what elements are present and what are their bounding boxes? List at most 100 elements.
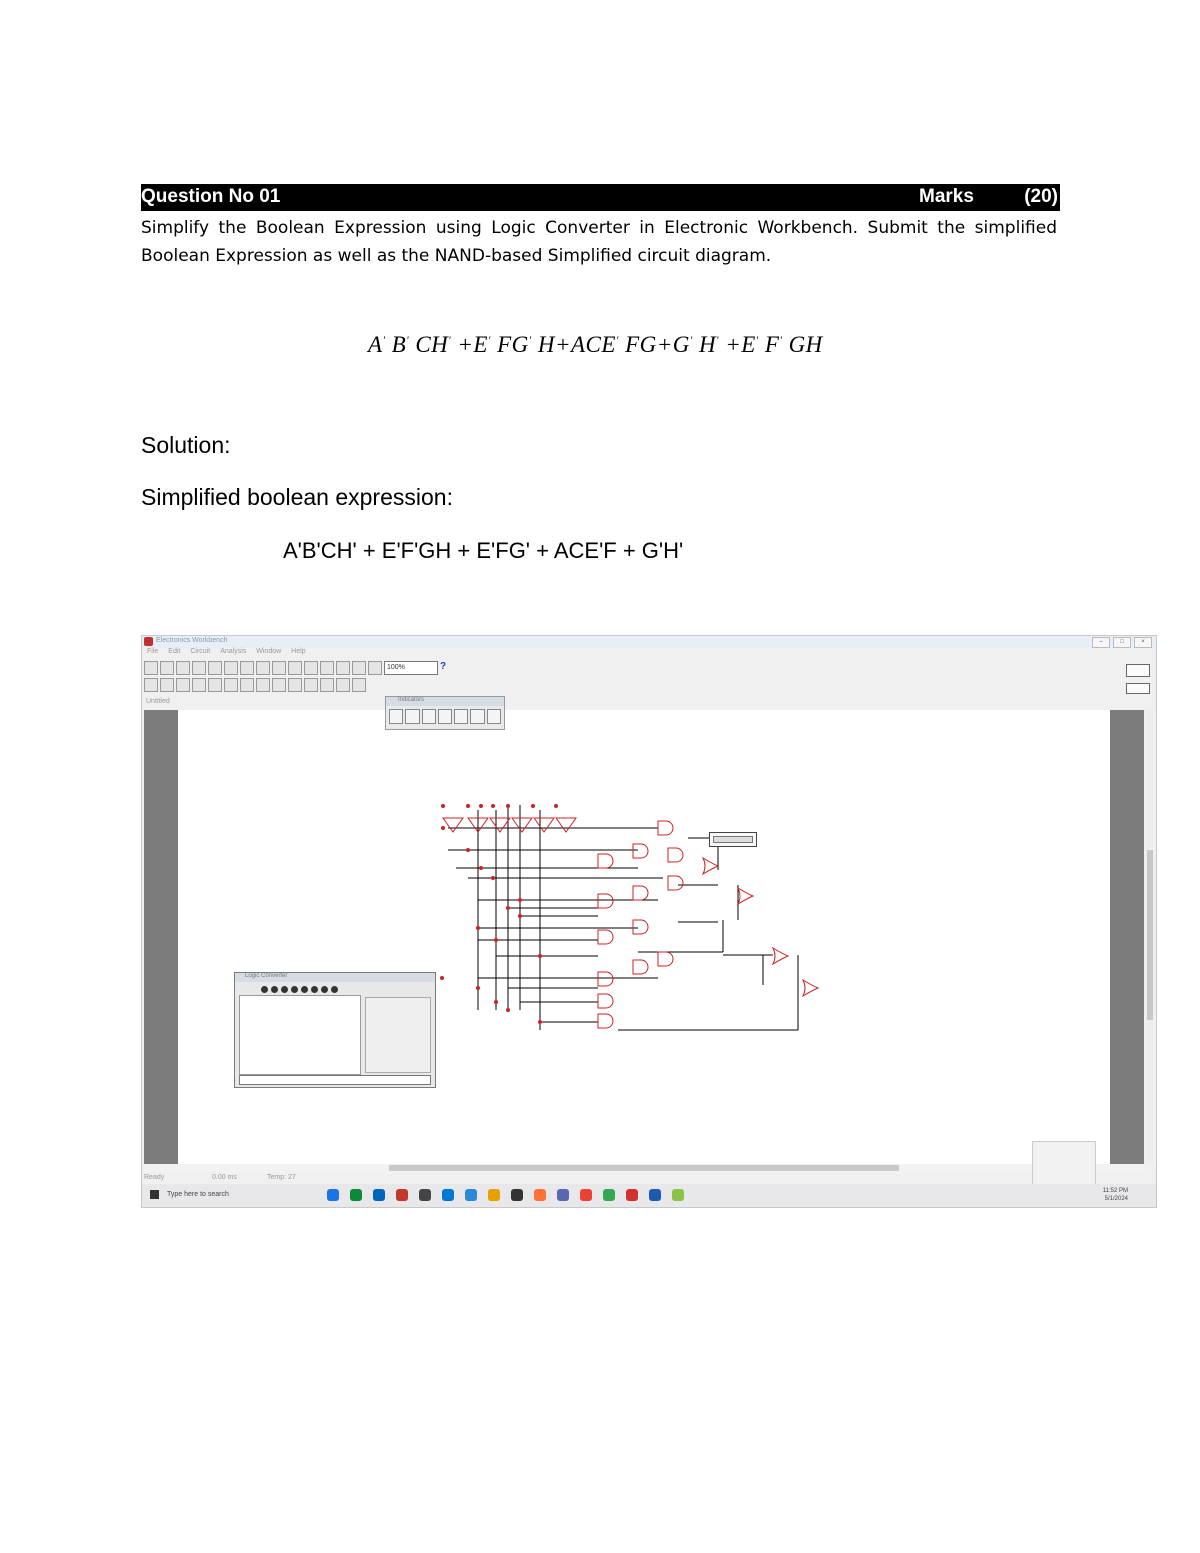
save-icon[interactable] <box>176 661 190 675</box>
copy-icon[interactable] <box>224 661 238 675</box>
voltmeter-icon[interactable] <box>389 709 404 724</box>
taskbar-app-icon[interactable] <box>511 1189 523 1201</box>
converter-input-terminals[interactable] <box>261 986 338 993</box>
help-icon[interactable]: ? <box>440 661 446 675</box>
vertical-scrollbar[interactable] <box>1146 710 1154 1164</box>
status-time: 0.00 ms <box>212 1174 237 1181</box>
controls-icon[interactable] <box>320 678 334 692</box>
taskbar-app-icon[interactable] <box>580 1189 592 1201</box>
right-margin <box>1110 710 1144 1164</box>
ammeter-icon[interactable] <box>405 709 420 724</box>
status-ready: Ready <box>144 1174 165 1181</box>
taskbar-clock[interactable]: 11:52 PM 5/1/2024 <box>1103 1187 1128 1203</box>
circuit-canvas[interactable]: Logic Converter <box>178 710 1110 1164</box>
digital-ics-icon[interactable] <box>256 678 270 692</box>
bulb-icon[interactable] <box>421 709 436 724</box>
truth-table[interactable] <box>239 995 361 1075</box>
document-tab[interactable]: Untitled <box>146 698 170 705</box>
taskbar-app-icon[interactable] <box>396 1189 408 1201</box>
activate-switch-icon[interactable] <box>1126 664 1150 677</box>
indicators-panel-title: Indicators <box>386 697 504 706</box>
simplified-answer: A'B'CH' + E'F'GH + E'FG' + ACE'F + G'H' <box>283 538 684 563</box>
expression-field[interactable] <box>239 1075 431 1085</box>
taskbar-app-icon[interactable] <box>350 1189 362 1201</box>
zoom-in-icon[interactable] <box>368 661 382 675</box>
diodes-icon[interactable] <box>192 678 206 692</box>
graph-icon[interactable] <box>320 661 334 675</box>
logic-converter-window[interactable]: Logic Converter <box>234 972 436 1088</box>
subcircuit-icon[interactable] <box>304 661 318 675</box>
window-controls: – □ × <box>1092 637 1152 648</box>
print-icon[interactable] <box>192 661 206 675</box>
taskbar-search[interactable]: Type here to search <box>167 1191 229 1198</box>
new-icon[interactable] <box>144 661 158 675</box>
menu-analysis[interactable]: Analysis <box>220 648 246 659</box>
menu-bar: File Edit Circuit Analysis Window Help <box>142 648 1156 659</box>
marks-label: Marks <box>919 186 974 207</box>
horizontal-scrollbar[interactable] <box>144 1164 1144 1172</box>
solution-heading: Solution: <box>141 432 231 458</box>
probe-icon[interactable] <box>437 709 453 724</box>
decoded-display-icon[interactable] <box>470 709 485 724</box>
menu-file[interactable]: File <box>147 648 158 659</box>
taskbar-app-icon[interactable] <box>419 1189 431 1201</box>
flip-vertical-icon[interactable] <box>288 661 302 675</box>
taskbar-app-icon[interactable] <box>488 1189 500 1201</box>
cut-icon[interactable] <box>208 661 222 675</box>
basic-icon[interactable] <box>176 678 190 692</box>
menu-edit[interactable]: Edit <box>168 648 180 659</box>
logic-converter-title: Logic Converter <box>235 973 435 982</box>
left-margin <box>144 710 178 1164</box>
menu-window[interactable]: Window <box>256 648 281 659</box>
status-bar: Ready 0.00 ms Temp: 27 <box>142 1174 1156 1183</box>
taskbar-app-icon[interactable] <box>557 1189 569 1201</box>
mixed-ics-icon[interactable] <box>240 678 254 692</box>
taskbar-app-icon[interactable] <box>442 1189 454 1201</box>
taskbar-app-icon[interactable] <box>327 1189 339 1201</box>
taskbar-apps <box>327 1189 684 1201</box>
word-generator[interactable] <box>709 832 757 847</box>
taskbar-app-icon[interactable] <box>465 1189 477 1201</box>
digital-icon[interactable] <box>288 678 302 692</box>
rotate-icon[interactable] <box>256 661 270 675</box>
status-temp: Temp: 27 <box>267 1174 296 1181</box>
analog-ics-icon[interactable] <box>224 678 238 692</box>
menu-help[interactable]: Help <box>291 648 305 659</box>
conversions-panel[interactable] <box>365 997 431 1073</box>
paste-icon[interactable] <box>240 661 254 675</box>
windows-start-icon[interactable] <box>150 1190 159 1199</box>
clock-date: 5/1/2024 <box>1104 1196 1128 1202</box>
taskbar-app-icon[interactable] <box>373 1189 385 1201</box>
taskbar-app-icon[interactable] <box>603 1189 615 1201</box>
close-icon[interactable]: × <box>1134 637 1152 648</box>
question-title: Question No 01 <box>141 186 281 207</box>
clock-time: 11:52 PM <box>1102 1188 1128 1194</box>
open-icon[interactable] <box>160 661 174 675</box>
taskbar-app-icon[interactable] <box>672 1189 684 1201</box>
taskbar-app-icon[interactable] <box>626 1189 638 1201</box>
flip-horizontal-icon[interactable] <box>272 661 286 675</box>
taskbar-app-icon[interactable] <box>534 1189 546 1201</box>
taskbar-app-icon[interactable] <box>649 1189 661 1201</box>
windows-taskbar: Type here to search 11:52 PM 5/1/2024 <box>142 1184 1156 1207</box>
transistors-icon[interactable] <box>208 678 222 692</box>
instruments-icon[interactable] <box>352 678 366 692</box>
simplified-heading: Simplified boolean expression: <box>141 484 453 510</box>
marks-value: (20) <box>1024 186 1058 207</box>
maximize-icon[interactable]: □ <box>1113 637 1131 648</box>
logic-gates-icon[interactable] <box>272 678 286 692</box>
sources-icon[interactable] <box>160 678 174 692</box>
workbench-screenshot: Electronics Workbench – □ × File Edit Ci… <box>141 635 1157 1208</box>
pause-button[interactable] <box>1126 683 1150 694</box>
minimize-icon[interactable]: – <box>1092 637 1110 648</box>
favorites-icon[interactable] <box>144 678 158 692</box>
zoom-out-icon[interactable] <box>352 661 366 675</box>
component-properties-icon[interactable] <box>336 661 350 675</box>
indicators-icon[interactable] <box>304 678 318 692</box>
circuit-diagram <box>440 804 820 1031</box>
menu-circuit[interactable]: Circuit <box>190 648 210 659</box>
seven-segment-icon[interactable] <box>454 709 469 724</box>
buzzer-icon[interactable] <box>486 709 501 724</box>
misc-icon[interactable] <box>336 678 350 692</box>
zoom-select[interactable]: 100% <box>384 661 438 675</box>
